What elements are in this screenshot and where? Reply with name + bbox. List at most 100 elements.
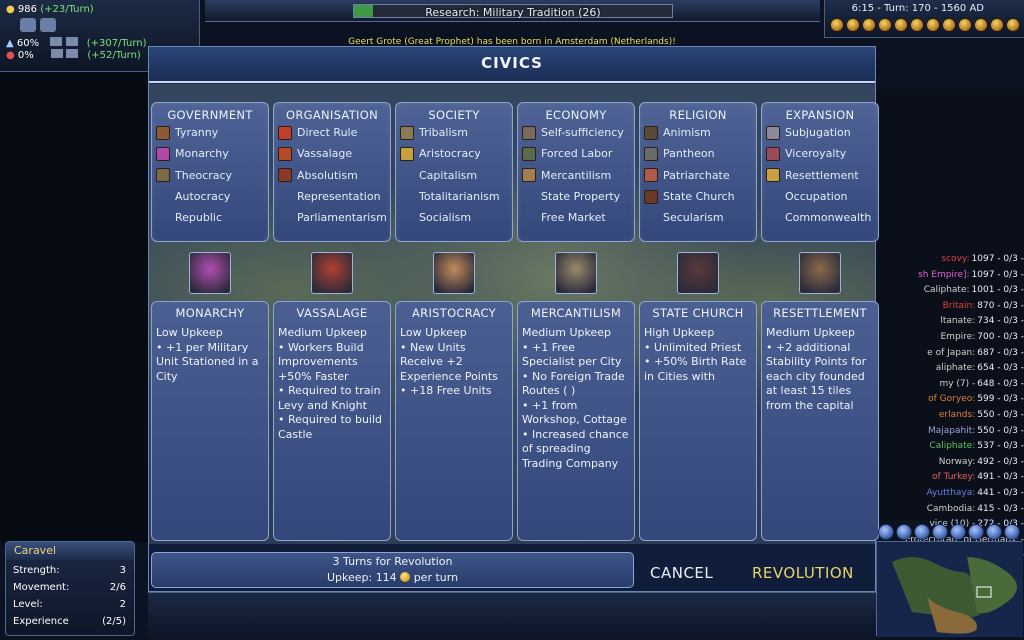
civic-option[interactable]: Totalitarianism: [396, 186, 512, 207]
civic-option[interactable]: Representation: [274, 186, 390, 207]
score-row[interactable]: my (7) -648 - 0/3 -: [878, 377, 1024, 393]
turn-info: 6:15 - Turn: 170 - 1560 AD: [851, 3, 984, 14]
civic-option-label: Autocracy: [175, 190, 231, 204]
civic-option[interactable]: Free Market: [518, 207, 634, 228]
civ-score: 550 - 0/3 -: [977, 425, 1024, 436]
civic-option[interactable]: Direct Rule: [274, 122, 390, 143]
score-row[interactable]: Ayutthaya: 441 - 0/3 -: [878, 486, 1024, 502]
absolutism-icon: [278, 168, 292, 183]
civic-option[interactable]: Absolutism: [274, 165, 390, 186]
research-progress-bar[interactable]: Research: Military Tradition (26): [353, 4, 673, 19]
minimap-terrain: [877, 542, 1023, 637]
civic-option[interactable]: Aristocracy: [396, 143, 512, 164]
score-row[interactable]: aliphate: 654 - 0/3 -: [878, 361, 1024, 377]
civic-category-title: ORGANISATION: [286, 108, 378, 122]
civics-header: CIVICS: [149, 47, 875, 83]
minimap-button-4[interactable]: [932, 524, 948, 540]
score-row[interactable]: Caliphate: 1001 - 0/3 -: [878, 283, 1024, 299]
advisor-icon-8[interactable]: [942, 18, 956, 32]
civic-option[interactable]: State Property: [518, 186, 634, 207]
advisor-icon-12[interactable]: [1006, 18, 1020, 32]
civic-effect-line: High Upkeep: [644, 326, 715, 339]
civic-option-label: Absolutism: [297, 168, 358, 182]
score-row[interactable]: sh Empire]: 1097 - 0/3 -: [878, 268, 1024, 284]
civic-option[interactable]: Commonwealth: [762, 207, 878, 228]
minimap-button-5[interactable]: [950, 524, 966, 540]
minimap-button-2[interactable]: [896, 524, 912, 540]
civic-option[interactable]: Republic: [152, 207, 268, 228]
civic-option[interactable]: Occupation: [762, 186, 878, 207]
globe-icon[interactable]: [1004, 524, 1020, 540]
advisor-icon-3[interactable]: [862, 18, 876, 32]
civic-option[interactable]: Tribalism: [396, 122, 512, 143]
score-row[interactable]: Norway: 492 - 0/3 -: [878, 455, 1024, 471]
civic-option-label: Totalitarianism: [419, 190, 500, 204]
civic-option[interactable]: Pantheon: [640, 143, 756, 164]
score-row[interactable]: Caliphate: 537 - 0/3 -: [878, 439, 1024, 455]
advisor-icon-10[interactable]: [974, 18, 988, 32]
civic-option[interactable]: Autocracy: [152, 186, 268, 207]
civ-name: Majapahit:: [927, 425, 976, 436]
civic-effects: Medium Upkeep • +2 additional Stability P…: [762, 320, 878, 413]
civic-option[interactable]: Self-sufficiency: [518, 122, 634, 143]
revolution-button[interactable]: REVOLUTION: [752, 564, 854, 582]
civic-option[interactable]: Monarchy: [152, 143, 268, 164]
vassalage-icon: [278, 146, 292, 161]
civic-option[interactable]: Theocracy: [152, 165, 268, 186]
civic-option[interactable]: Secularism: [640, 207, 756, 228]
civic-option[interactable]: Capitalism: [396, 165, 512, 186]
score-row[interactable]: of Goryeo: 599 - 0/3 -: [878, 392, 1024, 408]
score-row[interactable]: Britain: 870 - 0/3 -: [878, 299, 1024, 315]
minimap[interactable]: [876, 541, 1023, 637]
mercantilism-portrait-icon: [555, 252, 597, 294]
advisor-icon-6[interactable]: [910, 18, 924, 32]
civic-option-label: Capitalism: [419, 168, 478, 182]
civ-score: 1097 - 0/3 -: [971, 254, 1024, 264]
score-row[interactable]: erlands: 550 - 0/3 -: [878, 408, 1024, 424]
advisor-icon-11[interactable]: [990, 18, 1004, 32]
civ-name: of Turkey:: [932, 472, 976, 483]
advisor-icon-4[interactable]: [878, 18, 892, 32]
minimap-button-6[interactable]: [968, 524, 984, 540]
score-row[interactable]: e of Japan: 687 - 0/3 -: [878, 346, 1024, 362]
culture-decrease-button[interactable]: [50, 49, 63, 58]
score-row[interactable]: of Turkey: 491 - 0/3 -: [878, 470, 1024, 486]
culture-increase-button[interactable]: [66, 49, 79, 58]
civic-option[interactable]: State Church: [640, 186, 756, 207]
score-row[interactable]: Empire: 700 - 0/3 -: [878, 330, 1024, 346]
civic-option[interactable]: Animism: [640, 122, 756, 143]
direct-rule-icon: [278, 125, 292, 140]
tech-advisor-icon[interactable]: [40, 18, 56, 32]
advisor-icon-5[interactable]: [894, 18, 908, 32]
minimap-button-1[interactable]: [878, 524, 894, 540]
civic-option[interactable]: Tyranny: [152, 122, 268, 143]
civic-option[interactable]: Mercantilism: [518, 165, 634, 186]
world-map-left[interactable]: [0, 72, 148, 542]
selected-civic-title: MERCANTILISM: [530, 306, 622, 320]
cancel-button[interactable]: CANCEL: [650, 564, 713, 582]
score-row[interactable]: Majapahit: 550 - 0/3 -: [878, 424, 1024, 440]
minimap-toolbar: [876, 524, 1024, 542]
civic-option[interactable]: Vassalage: [274, 143, 390, 164]
advisor-icon-7[interactable]: [926, 18, 940, 32]
advisor-icon-9[interactable]: [958, 18, 972, 32]
civic-option[interactable]: Subjugation: [762, 122, 878, 143]
civic-option[interactable]: Viceroyalty: [762, 143, 878, 164]
civic-option[interactable]: Resettlement: [762, 165, 878, 186]
score-row[interactable]: Cambodia: 415 - 0/3 -: [878, 502, 1024, 518]
advisor-icon-1[interactable]: [830, 18, 844, 32]
civic-effect-line: • Increased chance of spreading Trading …: [522, 427, 629, 470]
civic-option[interactable]: Parliamentarism: [274, 207, 390, 228]
minimap-button-7[interactable]: [986, 524, 1002, 540]
civ-score: 441 - 0/3 -: [977, 487, 1024, 498]
score-row[interactable]: ltanate: 734 - 0/3 -: [878, 314, 1024, 330]
minimap-button-3[interactable]: [914, 524, 930, 540]
civic-option[interactable]: Patriarchate: [640, 165, 756, 186]
advisor-icon-2[interactable]: [846, 18, 860, 32]
civic-category-title: ECONOMY: [545, 108, 607, 122]
score-row[interactable]: scovy: 1097 - 0/3 -: [878, 252, 1024, 268]
civic-option[interactable]: Socialism: [396, 207, 512, 228]
civic-option[interactable]: Forced Labor: [518, 143, 634, 164]
unit-stat-row: Movement: 2/6: [13, 582, 126, 593]
domestic-advisor-icon[interactable]: [20, 18, 36, 32]
